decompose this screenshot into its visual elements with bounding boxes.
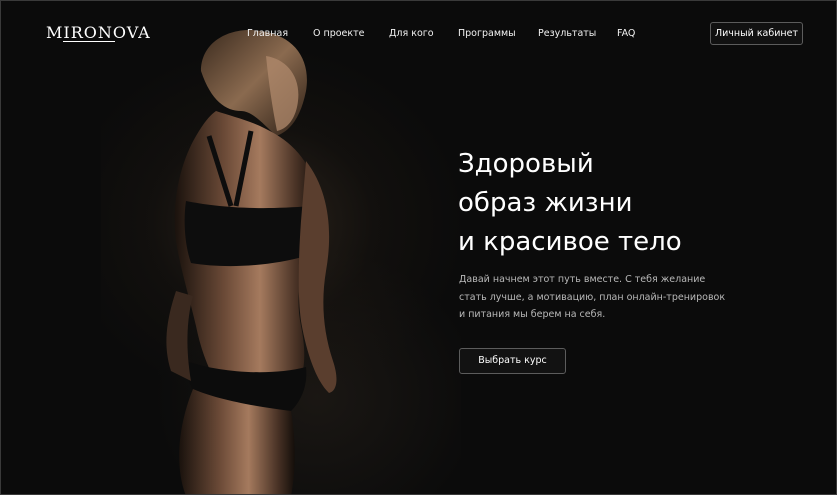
hero-description-line-1: Давай начнем этот путь вместе. С тебя же… — [459, 274, 706, 285]
hero-description-line-2: стать лучше, а мотивацию, план онлайн-тр… — [459, 291, 726, 303]
nav-link-results[interactable]: Результаты — [538, 28, 596, 39]
nav-link-faq[interactable]: FAQ — [617, 28, 635, 39]
landing-page: MIRONOVA Главная О проекте Для кого Прог… — [0, 0, 837, 495]
nav-link-home[interactable]: Главная — [247, 28, 288, 39]
hero-description: Давай начнем этот путь вместе. С тебя же… — [459, 271, 726, 324]
choose-course-button[interactable]: Выбрать курс — [459, 348, 566, 374]
hero-title: Здоровый образ жизни и красивое тело — [458, 145, 798, 262]
woman-silhouette-image — [166, 30, 337, 494]
hero-title-line-3: и красивое тело — [458, 227, 682, 257]
nav-link-about[interactable]: О проекте — [313, 28, 365, 39]
hero-description-line-3: и питания мы берем на себя. — [459, 309, 606, 320]
personal-account-button[interactable]: Личный кабинет — [710, 22, 803, 45]
hero-title-line-1: Здоровый — [458, 149, 594, 179]
nav-link-audience[interactable]: Для кого — [389, 28, 434, 39]
nav-link-programs[interactable]: Программы — [458, 28, 516, 39]
hero-title-line-2: образ жизни — [458, 188, 633, 218]
hero-photo — [101, 1, 461, 494]
